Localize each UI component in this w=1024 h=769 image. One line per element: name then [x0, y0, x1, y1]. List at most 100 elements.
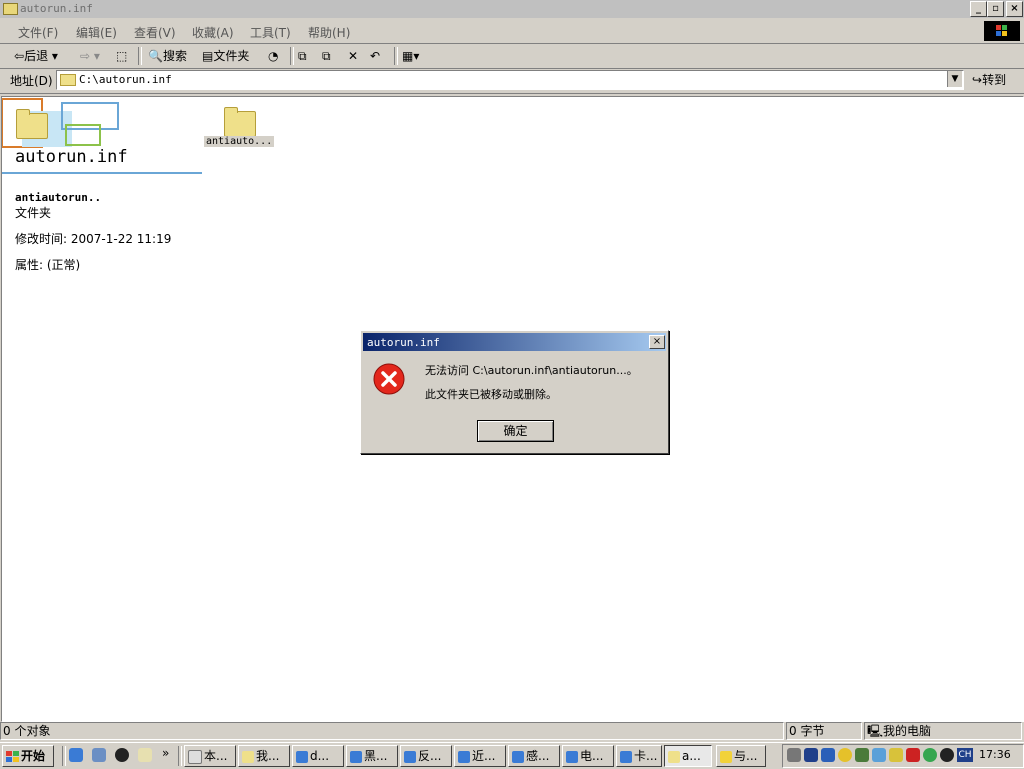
window-icon: [188, 749, 202, 764]
folder-icon: [16, 109, 48, 139]
ie-icon: [458, 750, 470, 763]
ie-icon: [512, 750, 524, 763]
undo-button[interactable]: ↶: [370, 47, 380, 65]
status-bar: 0 个对象 0 字节 🖳我的电脑: [0, 721, 1024, 741]
menu-edit[interactable]: 编辑(E): [76, 24, 117, 41]
computer-icon: 🖳: [867, 724, 884, 738]
start-button[interactable]: 开始: [2, 745, 54, 767]
history-icon: ◔: [268, 49, 279, 63]
taskbar-window-button[interactable]: 反...: [400, 745, 452, 767]
detail-modified: 修改时间: 2007-1-22 11:19: [15, 232, 172, 246]
detail-attributes: 属性: (正常): [15, 258, 81, 272]
folders-icon: ▤: [202, 49, 214, 63]
views-icon: ▦: [402, 49, 414, 63]
taskbar-window-button[interactable]: 本...: [184, 745, 236, 767]
toolbar-separator: [394, 47, 398, 65]
address-input[interactable]: C:\autorun.inf ▼: [56, 70, 964, 90]
move-to-button[interactable]: ⧉: [298, 47, 307, 65]
folder-icon: [60, 74, 76, 86]
back-arrow-icon: ⇦: [14, 49, 25, 63]
folder-item-label: antiauto...: [204, 136, 275, 147]
dialog-message: 无法访问 C:\autorun.inf\antiautorun...。: [425, 364, 638, 377]
folder-icon: [3, 3, 18, 15]
ok-button[interactable]: 确定: [477, 420, 554, 442]
tray-app-icon[interactable]: [923, 748, 937, 762]
move-to-icon: ⧉: [298, 49, 307, 63]
menu-file[interactable]: 文件(F): [18, 24, 58, 41]
tray-app-icon[interactable]: [855, 748, 869, 762]
ie-quicklaunch-icon[interactable]: [69, 748, 83, 762]
tray-app-icon[interactable]: [889, 748, 903, 762]
ie-icon: [620, 750, 632, 763]
show-desktop-quicklaunch-icon[interactable]: [92, 748, 106, 762]
dialog-title-bar: autorun.inf ×: [363, 333, 666, 351]
antivirus-icon[interactable]: [906, 748, 920, 762]
status-size: 0 字节: [786, 722, 862, 740]
more-quicklaunch-chevron[interactable]: »: [162, 746, 169, 760]
taskbar-window-button[interactable]: 与...: [716, 745, 766, 767]
undo-icon: ↶: [370, 49, 381, 63]
go-button[interactable]: ↪转到: [972, 71, 1018, 89]
menu-view[interactable]: 查看(V): [134, 24, 176, 41]
menu-tools[interactable]: 工具(T): [250, 24, 291, 41]
minimize-button[interactable]: _: [970, 1, 987, 17]
detail-name: antiautorun..: [15, 191, 102, 204]
search-button[interactable]: 🔍搜索: [148, 47, 187, 65]
dialog-close-button[interactable]: ×: [649, 335, 665, 349]
error-icon: [373, 363, 405, 395]
views-button[interactable]: ▦▾: [402, 47, 419, 65]
toolbar-separator: [138, 47, 142, 65]
folder-item[interactable]: antiauto...: [204, 103, 275, 151]
qq-icon[interactable]: [940, 748, 954, 762]
back-button[interactable]: ⇦后退 ▾: [14, 47, 58, 65]
title-underline: [2, 172, 202, 174]
notepad-quicklaunch-icon[interactable]: [138, 748, 152, 762]
windows-logo-icon: [984, 21, 1020, 41]
address-value: C:\autorun.inf: [79, 73, 172, 86]
folder-icon: [242, 750, 254, 763]
toolbar: ⇦后退 ▾ ⇨ ▾ ⬚ 🔍搜索 ▤文件夹 ◔ ⧉ ⧉ ✕ ↶ ▦▾: [0, 44, 1024, 69]
up-folder-button[interactable]: ⬚: [116, 47, 127, 65]
window-title: autorun.inf: [20, 2, 93, 15]
taskbar-window-button[interactable]: 我...: [238, 745, 290, 767]
history-button[interactable]: ◔: [268, 47, 278, 65]
ime-indicator[interactable]: CH: [957, 748, 973, 762]
forward-button[interactable]: ⇨ ▾: [80, 47, 100, 65]
copy-to-icon: ⧉: [322, 49, 331, 63]
ie-icon: [296, 750, 308, 763]
tray-app-icon[interactable]: [821, 748, 835, 762]
taskbar-window-button[interactable]: d...: [292, 745, 344, 767]
taskbar-window-button-active[interactable]: a...: [664, 745, 712, 767]
taskbar-window-button[interactable]: 电...: [562, 745, 614, 767]
restore-button[interactable]: ▫: [987, 1, 1004, 17]
menu-help[interactable]: 帮助(H): [308, 24, 350, 41]
taskbar-window-button[interactable]: 卡...: [616, 745, 662, 767]
tray-app-icon[interactable]: [838, 748, 852, 762]
menu-bar: 文件(F) 编辑(E) 查看(V) 收藏(A) 工具(T) 帮助(H): [0, 19, 1024, 44]
taskbar-window-button[interactable]: 感...: [508, 745, 560, 767]
copy-to-button[interactable]: ⧉: [322, 47, 331, 65]
taskbar-window-button[interactable]: 黑...: [346, 745, 398, 767]
taskbar-separator: [62, 746, 66, 766]
folder-icon: [668, 750, 680, 763]
close-button[interactable]: ×: [1006, 1, 1023, 17]
taskbar-separator: [178, 746, 182, 766]
qq-quicklaunch-icon[interactable]: [115, 748, 129, 762]
go-arrow-icon: ↪: [972, 73, 983, 87]
address-bar: 地址(D) C:\autorun.inf ▼ ↪转到: [0, 69, 1024, 94]
menu-favorites[interactable]: 收藏(A): [192, 24, 234, 41]
toolbar-separator: [290, 47, 294, 65]
clock: 17:36: [979, 748, 1011, 761]
taskbar-window-button[interactable]: 近...: [454, 745, 506, 767]
address-dropdown-button[interactable]: ▼: [947, 71, 962, 87]
error-dialog: autorun.inf × 无法访问 C:\autorun.inf\antiau…: [360, 330, 669, 454]
system-tray: CH 17:36: [782, 744, 1024, 768]
windows-flag-icon: [6, 750, 19, 762]
status-location: 🖳我的电脑: [864, 722, 1022, 740]
delete-button[interactable]: ✕: [348, 47, 358, 65]
network-icon[interactable]: [872, 748, 886, 762]
volume-icon[interactable]: [787, 748, 801, 762]
tray-app-icon[interactable]: [804, 748, 818, 762]
folders-button[interactable]: ▤文件夹: [202, 47, 249, 65]
note-icon: [720, 750, 732, 763]
